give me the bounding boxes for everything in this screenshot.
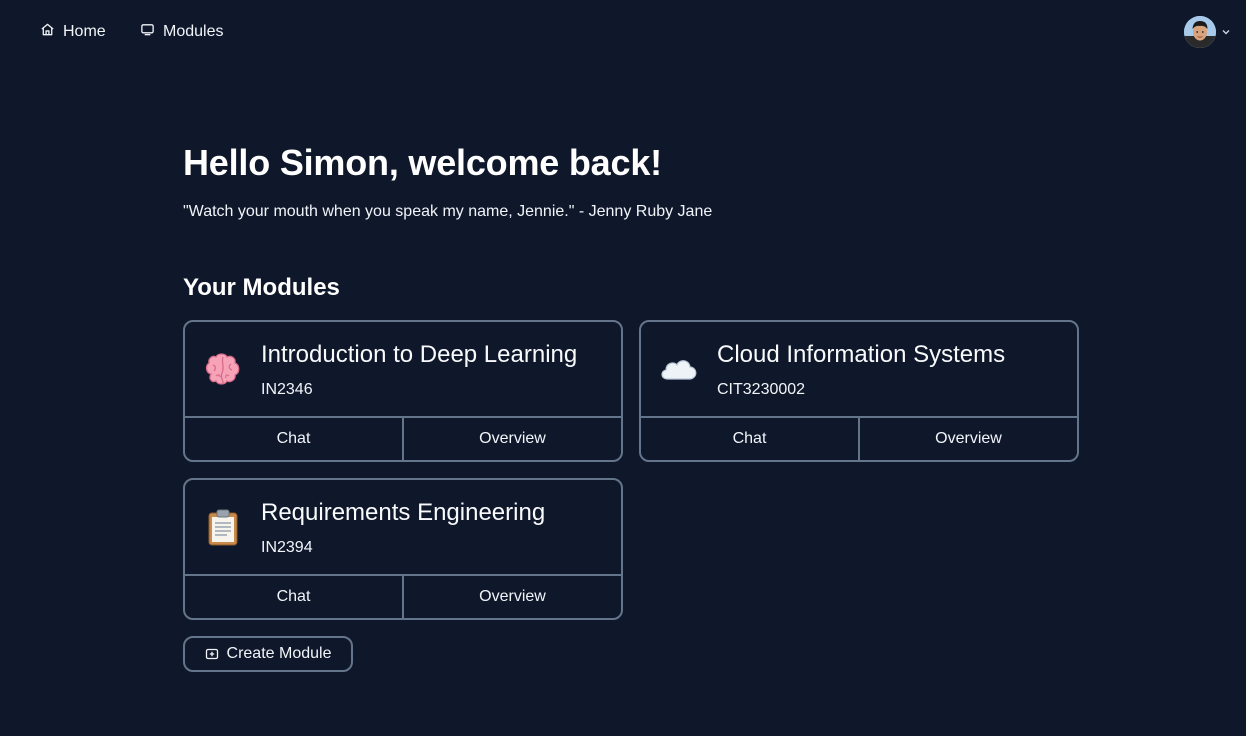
module-card-header[interactable]: Introduction to Deep Learning IN2346: [185, 322, 621, 418]
home-icon: [40, 22, 55, 42]
nav-modules-link[interactable]: Modules: [140, 22, 223, 42]
user-menu[interactable]: [1184, 16, 1232, 48]
create-module-button[interactable]: Create Module: [183, 636, 353, 672]
overview-button[interactable]: Overview: [858, 418, 1077, 460]
module-title: Requirements Engineering: [261, 499, 546, 526]
chat-button[interactable]: Chat: [185, 576, 402, 618]
nav-home-label: Home: [63, 23, 106, 40]
module-card-actions: Chat Overview: [641, 418, 1077, 460]
module-code: IN2394: [261, 539, 313, 556]
module-card-actions: Chat Overview: [185, 576, 621, 618]
monitor-icon: [140, 22, 155, 42]
module-card-actions: Chat Overview: [185, 418, 621, 460]
module-card: Cloud Information Systems CIT3230002 Cha…: [639, 320, 1079, 462]
module-title: Introduction to Deep Learning: [261, 341, 578, 368]
module-title: Cloud Information Systems: [717, 341, 1006, 368]
clipboard-icon: [201, 506, 245, 550]
module-card-header[interactable]: Requirements Engineering IN2394: [185, 480, 621, 576]
chat-button[interactable]: Chat: [641, 418, 858, 460]
welcome-quote: "Watch your mouth when you speak my name…: [183, 203, 713, 220]
section-title-your-modules: Your Modules: [183, 274, 340, 301]
overview-button[interactable]: Overview: [402, 418, 621, 460]
nav-modules-label: Modules: [163, 23, 224, 40]
module-card-header[interactable]: Cloud Information Systems CIT3230002: [641, 322, 1077, 418]
add-box-icon: [205, 647, 219, 661]
module-code: IN2346: [261, 381, 313, 398]
avatar[interactable]: [1184, 16, 1216, 48]
create-module-label: Create Module: [226, 645, 332, 662]
top-navigation: Home Modules: [0, 0, 1246, 64]
cloud-icon: [657, 348, 701, 392]
nav-home-link[interactable]: Home: [40, 22, 106, 42]
page-title: Hello Simon, welcome back!: [183, 142, 662, 183]
chevron-down-icon[interactable]: [1220, 26, 1232, 38]
module-card: Requirements Engineering IN2394 Chat Ove…: [183, 478, 623, 620]
module-code: CIT3230002: [717, 381, 806, 398]
brain-icon: [201, 348, 245, 392]
module-card: Introduction to Deep Learning IN2346 Cha…: [183, 320, 623, 462]
overview-button[interactable]: Overview: [402, 576, 621, 618]
chat-button[interactable]: Chat: [185, 418, 402, 460]
